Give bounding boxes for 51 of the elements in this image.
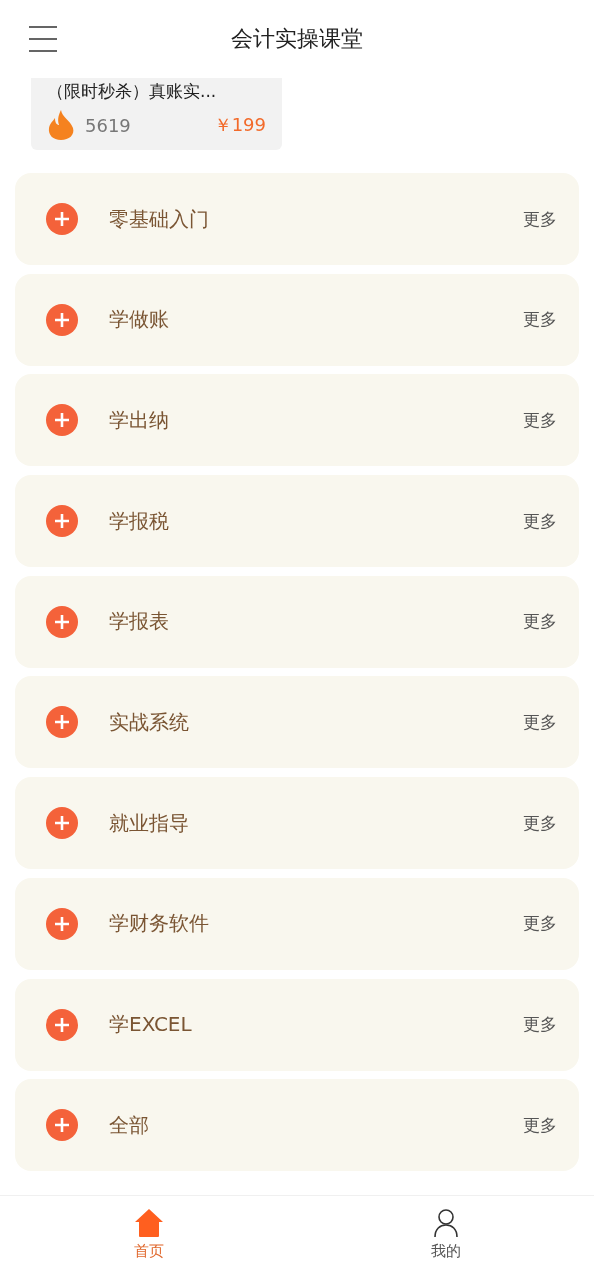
- page-title: 会计实操课堂: [231, 25, 363, 53]
- category-label: 学报税: [109, 507, 169, 535]
- tab-item[interactable]: 首页: [0, 1196, 297, 1280]
- category-label: 学财务软件: [109, 910, 209, 938]
- plus-circle-icon: [46, 1109, 78, 1142]
- course-price: ￥199: [213, 113, 266, 137]
- more-link[interactable]: 更多: [523, 509, 557, 533]
- category-row[interactable]: 全部 更多: [15, 1079, 579, 1172]
- category-label: 学报表: [109, 608, 169, 636]
- plus-circle-icon: [46, 505, 78, 538]
- plus-circle-icon: [46, 706, 78, 739]
- more-link[interactable]: 更多: [523, 912, 557, 936]
- plus-circle-icon: [46, 404, 78, 437]
- category-label: 实战系统: [109, 708, 189, 736]
- flame-icon: [47, 109, 75, 141]
- course-card[interactable]: （限时秒杀）真账实... 5619 ￥199: [31, 78, 282, 150]
- home-icon: [133, 1208, 164, 1238]
- course-title: （限时秒杀）真账实...: [47, 80, 218, 102]
- plus-circle-icon: [46, 303, 78, 336]
- tab-item[interactable]: 我的: [297, 1196, 594, 1280]
- category-label: 学做账: [109, 306, 169, 334]
- category-row[interactable]: 学报税 更多: [15, 475, 579, 568]
- plus-circle-icon: [46, 1008, 78, 1041]
- category-label: 零基础入门: [109, 205, 209, 233]
- more-link[interactable]: 更多: [523, 710, 557, 734]
- plus-circle-icon: [46, 203, 78, 235]
- more-link[interactable]: 更多: [523, 1113, 557, 1137]
- category-row[interactable]: 学做账 更多: [15, 273, 579, 366]
- more-link[interactable]: 更多: [523, 811, 557, 835]
- category-label: 全部: [109, 1111, 149, 1139]
- view-count: 5619: [85, 114, 131, 136]
- category-label: 就业指导: [109, 809, 189, 837]
- plus-circle-icon: [46, 605, 78, 638]
- category-row[interactable]: 学出纳 更多: [15, 374, 579, 467]
- more-link[interactable]: 更多: [523, 610, 557, 634]
- category-row[interactable]: 零基础入门 更多: [15, 173, 579, 265]
- plus-circle-icon: [46, 807, 78, 840]
- person-icon: [432, 1208, 459, 1238]
- category-label: 学EXCEL: [109, 1011, 192, 1038]
- category-row[interactable]: 实战系统 更多: [15, 676, 579, 769]
- plus-circle-icon: [46, 907, 78, 940]
- category-row[interactable]: 学财务软件 更多: [15, 877, 579, 970]
- category-row[interactable]: 就业指导 更多: [15, 777, 579, 870]
- category-label: 学出纳: [109, 406, 169, 434]
- more-link[interactable]: 更多: [523, 1013, 557, 1036]
- category-row[interactable]: 学EXCEL 更多: [15, 978, 579, 1071]
- more-link[interactable]: 更多: [523, 207, 557, 231]
- more-link[interactable]: 更多: [523, 408, 557, 432]
- category-row[interactable]: 学报表 更多: [15, 575, 579, 668]
- more-link[interactable]: 更多: [523, 308, 557, 332]
- menu-icon[interactable]: [28, 26, 58, 52]
